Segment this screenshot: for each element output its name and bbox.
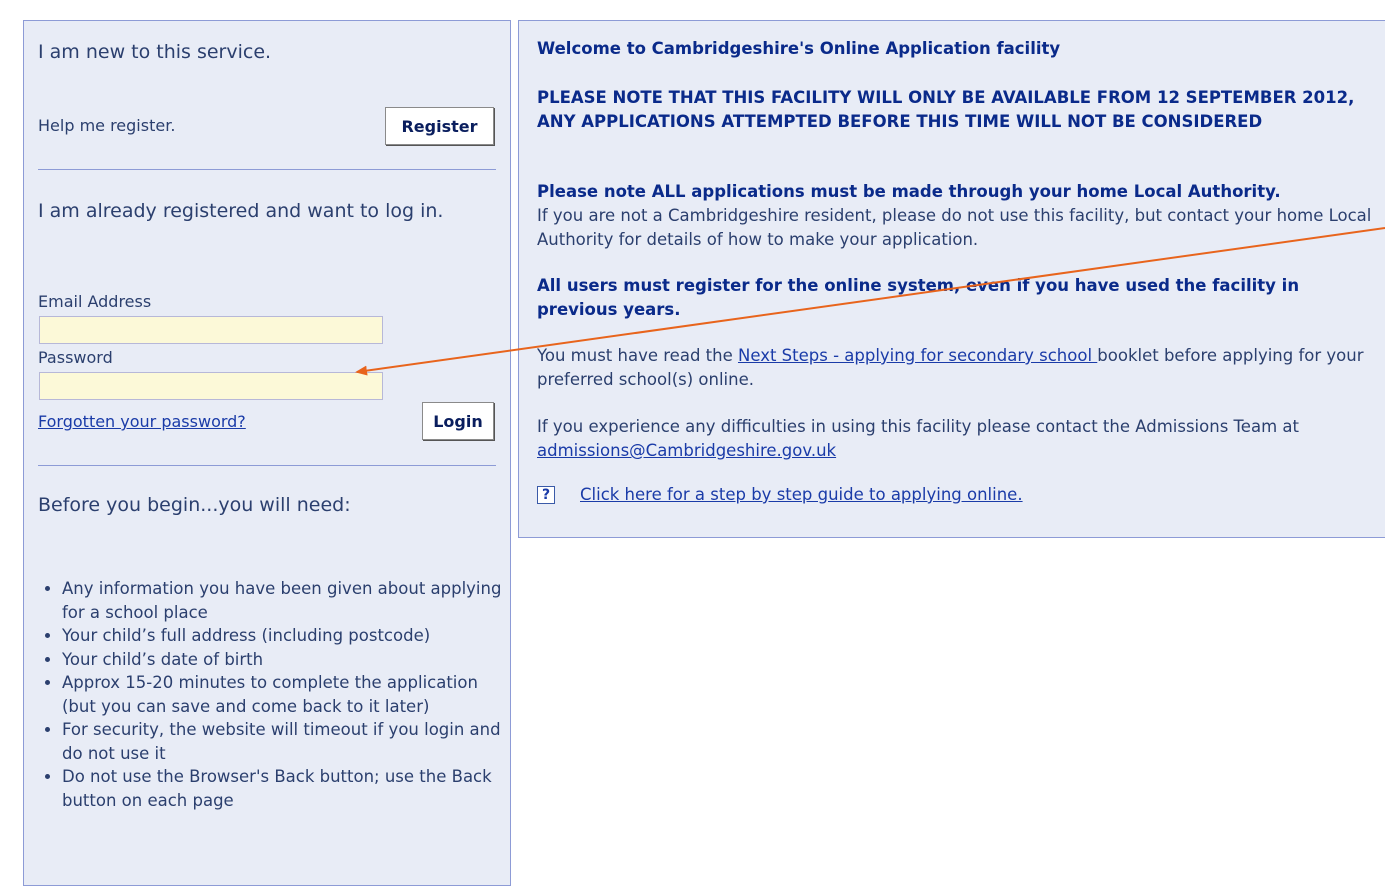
list-item: Do not use the Browser's Back button; us…	[62, 765, 502, 812]
list-item: Your child’s full address (including pos…	[62, 624, 502, 648]
divider	[38, 465, 496, 466]
availability-notice: PLEASE NOTE THAT THIS FACILITY WILL ONLY…	[537, 88, 1355, 131]
email-label: Email Address	[38, 292, 152, 311]
login-button[interactable]: Login	[422, 402, 494, 440]
list-item: For security, the website will timeout i…	[62, 718, 502, 765]
local-authority-detail: If you are not a Cambridgeshire resident…	[537, 206, 1372, 249]
list-item: Approx 15-20 minutes to complete the app…	[62, 671, 502, 718]
login-panel: I am new to this service. Help me regist…	[23, 20, 511, 886]
welcome-heading: Welcome to Cambridgeshire's Online Appli…	[537, 39, 1061, 58]
password-label: Password	[38, 348, 113, 367]
list-item: Any information you have been given abou…	[62, 577, 502, 624]
register-button[interactable]: Register	[385, 107, 494, 145]
next-steps-link[interactable]: Next Steps - applying for secondary scho…	[738, 346, 1097, 365]
divider	[38, 169, 496, 170]
step-guide-link[interactable]: Click here for a step by step guide to a…	[580, 485, 1023, 504]
help-register-text: Help me register.	[38, 116, 176, 135]
local-authority-bold: Please note ALL applications must be mad…	[537, 182, 1281, 201]
registered-heading: I am already registered and want to log …	[38, 200, 444, 222]
before-heading: Before you begin...you will need:	[38, 494, 351, 516]
local-authority-note: Please note ALL applications must be mad…	[537, 180, 1385, 252]
contact-note-pre: If you experience any difficulties in us…	[537, 417, 1299, 436]
email-field[interactable]	[39, 316, 383, 344]
contact-note: If you experience any difficulties in us…	[537, 415, 1377, 463]
forgot-password-link[interactable]: Forgotten your password?	[38, 412, 246, 431]
help-icon[interactable]: ?	[537, 486, 555, 504]
new-user-heading: I am new to this service.	[38, 41, 272, 63]
booklet-note-pre: You must have read the	[537, 346, 738, 365]
password-field[interactable]	[39, 372, 383, 400]
info-panel: Welcome to Cambridgeshire's Online Appli…	[518, 20, 1385, 538]
register-all-note: All users must register for the online s…	[537, 276, 1300, 319]
requirements-list: Any information you have been given abou…	[24, 577, 502, 812]
admissions-email-link[interactable]: admissions@Cambridgeshire.gov.uk	[537, 441, 836, 460]
booklet-note: You must have read the Next Steps - appl…	[537, 344, 1367, 392]
list-item: Your child’s date of birth	[62, 648, 502, 672]
